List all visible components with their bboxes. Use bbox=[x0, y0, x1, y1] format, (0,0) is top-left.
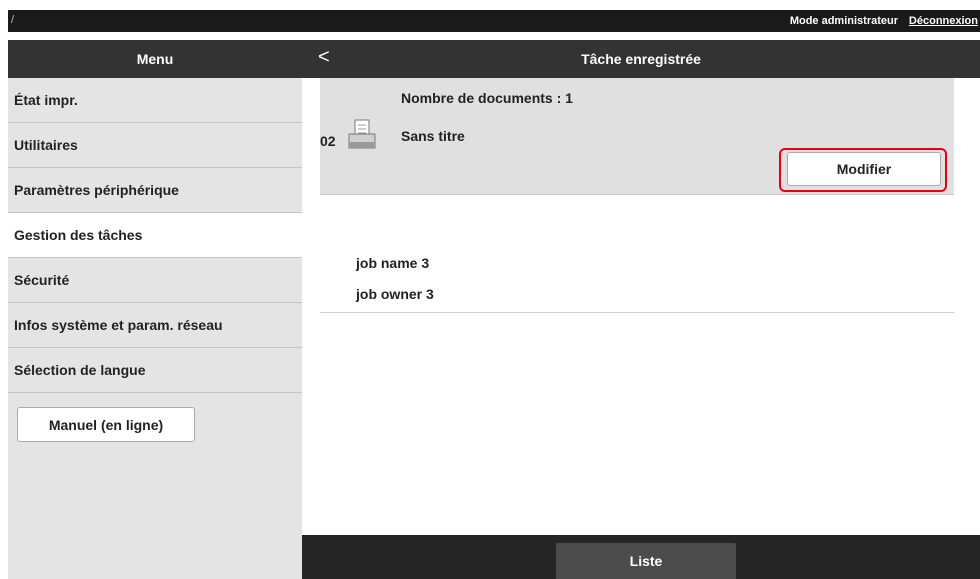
sidebar-item-device-settings[interactable]: Paramètres périphérique bbox=[8, 168, 302, 213]
menu-title: Menu bbox=[136, 51, 174, 67]
sidebar-item-label: Sécurité bbox=[14, 272, 70, 288]
job-number: 02 bbox=[320, 133, 336, 149]
sidebar-item-label: Infos système et param. réseau bbox=[14, 317, 223, 333]
sidebar-item-system-info[interactable]: Infos système et param. réseau bbox=[8, 303, 302, 348]
page-title: Tâche enregistrée bbox=[581, 51, 701, 67]
divider bbox=[320, 312, 954, 313]
menu-header: Menu bbox=[8, 40, 302, 78]
sidebar: État impr. Utilitaires Paramètres périph… bbox=[8, 78, 302, 579]
modify-label: Modifier bbox=[836, 161, 892, 177]
sidebar-item-label: Paramètres périphérique bbox=[14, 182, 179, 198]
sidebar-item-utilities[interactable]: Utilitaires bbox=[8, 123, 302, 168]
online-manual-button[interactable]: Manuel (en ligne) bbox=[17, 407, 195, 442]
top-bar-slash: / bbox=[11, 14, 15, 26]
document-count: Nombre de documents : 1 bbox=[401, 90, 573, 106]
sidebar-item-label: Sélection de langue bbox=[14, 362, 146, 378]
top-bar: / Mode administrateur Déconnexion bbox=[8, 10, 980, 32]
job-owner: job owner 3 bbox=[356, 286, 434, 302]
sidebar-item-printer-status[interactable]: État impr. bbox=[8, 78, 302, 123]
sidebar-item-security[interactable]: Sécurité bbox=[8, 258, 302, 303]
modify-button[interactable]: Modifier bbox=[787, 152, 941, 186]
logout-link[interactable]: Déconnexion bbox=[909, 15, 978, 27]
document-tray-icon bbox=[347, 118, 377, 150]
list-label: Liste bbox=[629, 553, 663, 569]
main-header: < Tâche enregistrée bbox=[302, 40, 980, 78]
main-content: Nombre de documents : 1 02 Sans titre Mo… bbox=[302, 78, 980, 535]
job-title: Sans titre bbox=[401, 128, 465, 144]
sidebar-item-job-management[interactable]: Gestion des tâches bbox=[8, 213, 302, 258]
list-button[interactable]: Liste bbox=[556, 543, 736, 579]
admin-mode-label: Mode administrateur bbox=[789, 15, 898, 27]
sidebar-item-language[interactable]: Sélection de langue bbox=[8, 348, 302, 393]
stored-job-card: Nombre de documents : 1 02 Sans titre Mo… bbox=[320, 78, 954, 195]
sidebar-item-label: Utilitaires bbox=[14, 137, 78, 153]
online-manual-label: Manuel (en ligne) bbox=[48, 416, 164, 433]
job-name: job name 3 bbox=[356, 255, 430, 271]
sidebar-item-label: État impr. bbox=[14, 92, 78, 108]
sidebar-item-label: Gestion des tâches bbox=[14, 227, 143, 243]
bottom-bar: Liste bbox=[302, 535, 980, 579]
